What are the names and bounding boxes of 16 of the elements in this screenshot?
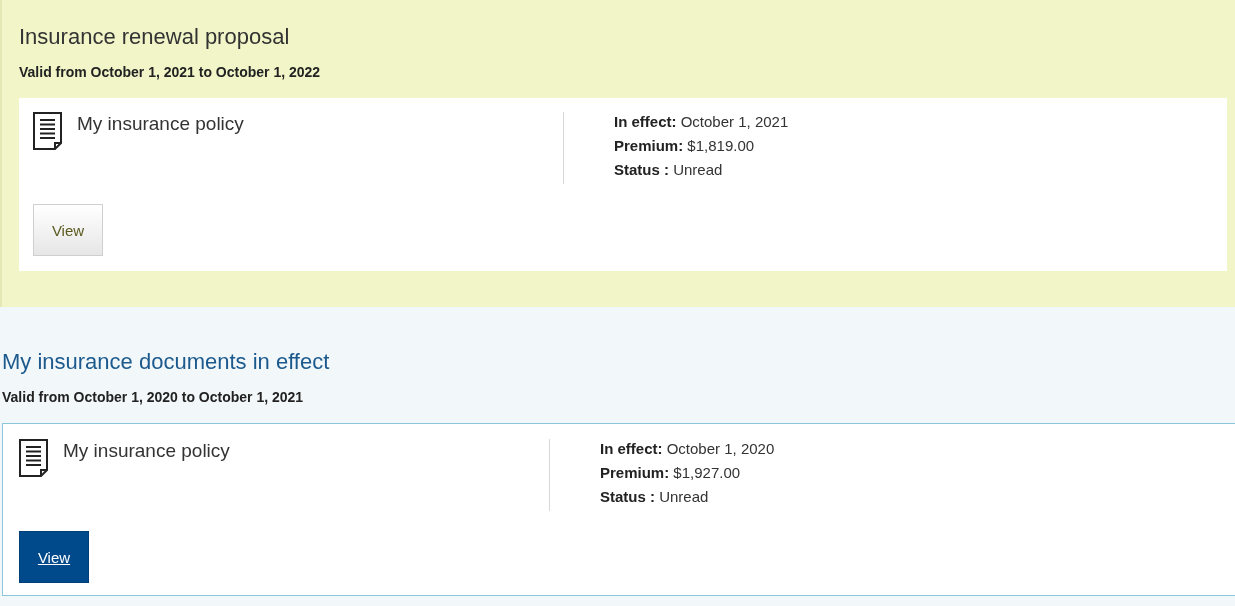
detail-text: Premium: $1,927.00	[600, 463, 742, 482]
section-title: Insurance renewal proposal	[19, 23, 291, 51]
document-title: My insurance policy	[77, 112, 244, 135]
document-icon	[33, 112, 63, 150]
detail-text: In effect: October 1, 2021	[614, 112, 789, 131]
detail-text: In effect: October 1, 2020	[600, 439, 775, 458]
document-icon	[19, 439, 49, 477]
view-button[interactable]: View	[33, 204, 103, 256]
document-title: My insurance policy	[63, 439, 230, 462]
detail-text: Premium: $1,819.00	[614, 136, 756, 155]
section-title: My insurance documents in effect	[2, 348, 331, 376]
detail-text: Status : Unread	[614, 160, 724, 179]
view-button[interactable]: View	[19, 531, 89, 583]
validity-text: Valid from October 1, 2021 to October 1, 2022	[19, 64, 322, 80]
detail-text: Status : Unread	[600, 487, 710, 506]
validity-text: Valid from October 1, 2020 to October 1, 2021	[2, 389, 305, 405]
